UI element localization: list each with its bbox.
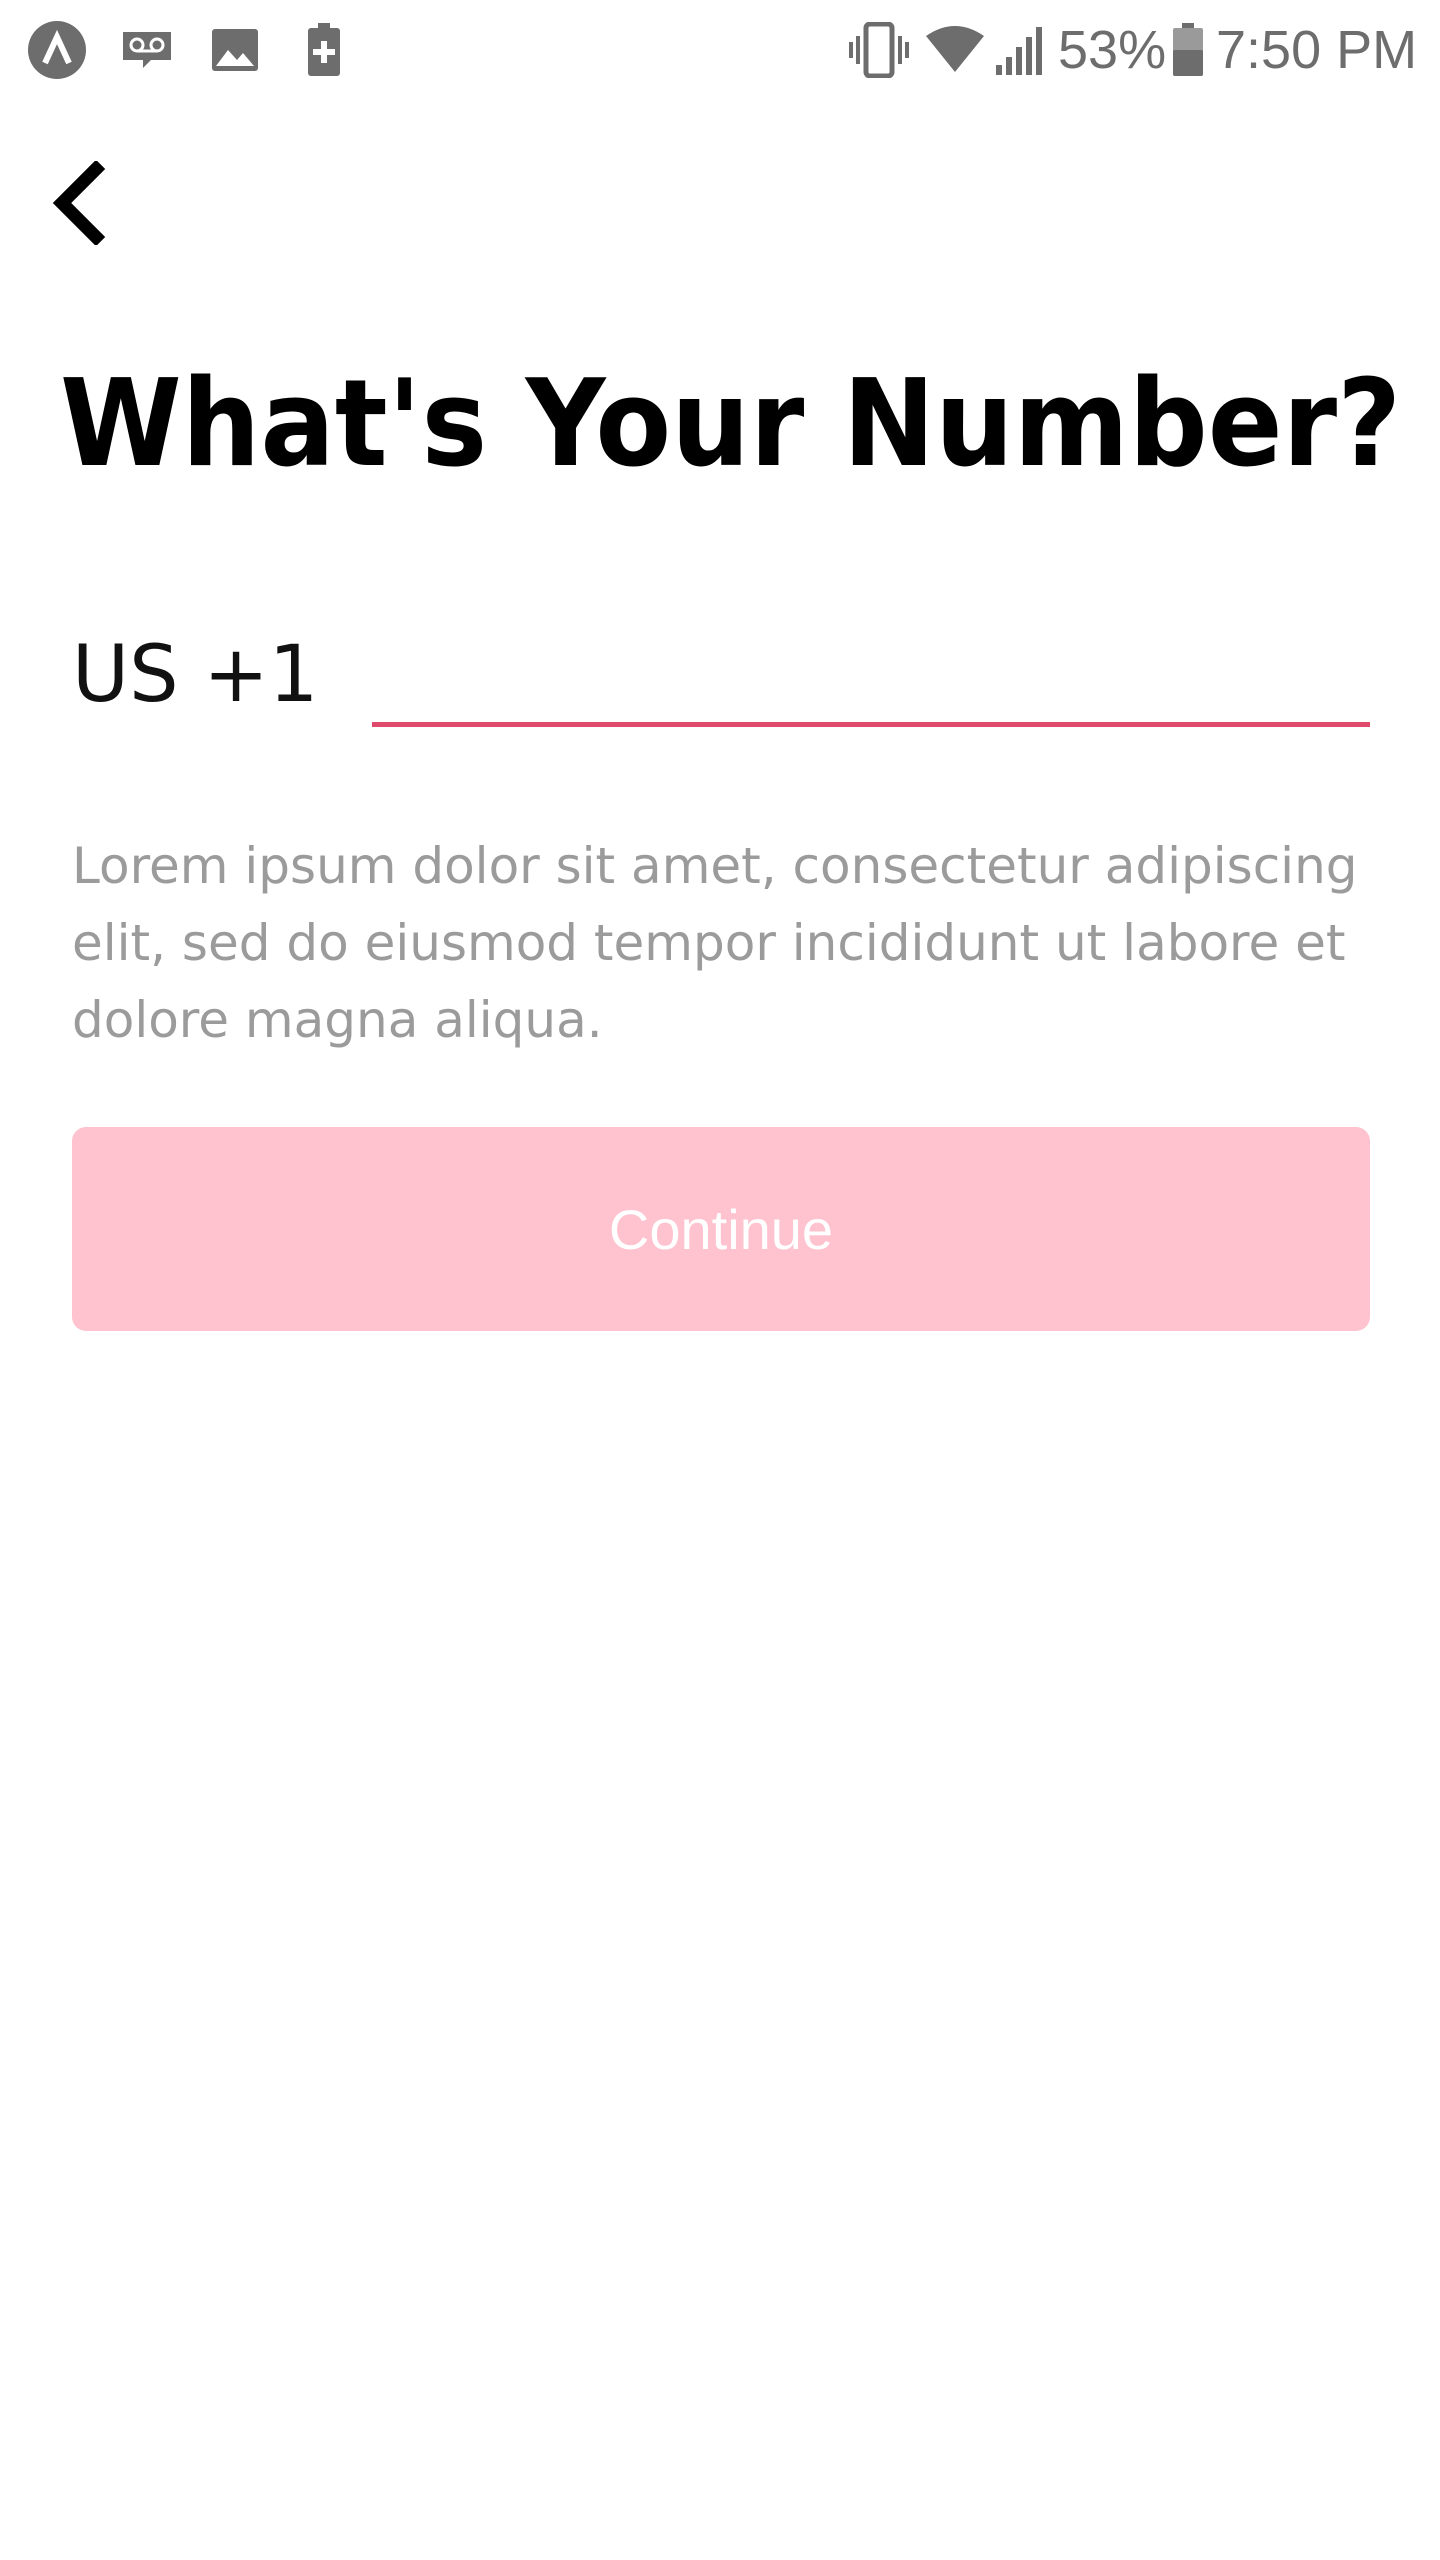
wifi-icon [924, 20, 986, 80]
signal-icon [994, 20, 1042, 80]
status-bar: 53% 7:50 PM [0, 0, 1440, 100]
image-icon [210, 20, 260, 80]
battery-plus-icon [304, 20, 344, 80]
battery-icon [1170, 20, 1206, 80]
description-text: Lorem ipsum dolor sit amet, consectetur … [72, 837, 1358, 1049]
chevron-left-icon [46, 159, 110, 250]
back-button[interactable] [28, 150, 128, 260]
continue-button[interactable]: Continue [72, 1127, 1370, 1331]
phone-number-input[interactable] [372, 620, 1370, 720]
status-time: 7:50 PM [1216, 20, 1418, 80]
input-underline [372, 722, 1370, 727]
vibrate-icon [848, 20, 910, 80]
page-title: What's Your Number? [60, 355, 1402, 494]
battery-percent: 53% [1058, 20, 1167, 80]
voicemail-icon [120, 20, 174, 80]
arrow-logo-icon [26, 20, 88, 80]
country-code-selector[interactable]: US +1 [72, 625, 318, 725]
